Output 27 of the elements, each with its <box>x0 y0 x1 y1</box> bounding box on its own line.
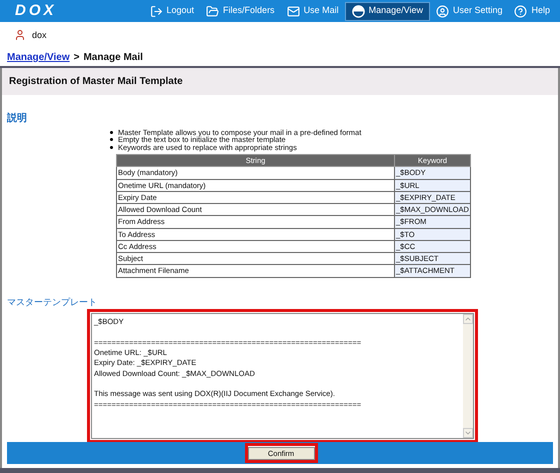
nav-tab[interactable]: Use Mail <box>280 2 345 20</box>
page-title: Registration of Master Mail Template <box>9 74 183 89</box>
user-icon <box>436 4 449 18</box>
scrollbar[interactable] <box>463 314 473 438</box>
nav-tab[interactable]: User Setting <box>430 2 508 20</box>
username: dox <box>32 28 47 42</box>
nav-tab[interactable]: Help <box>508 2 556 20</box>
bullet-icon <box>110 130 113 134</box>
scroll-down-icon[interactable] <box>463 428 473 438</box>
logout-icon <box>150 4 163 18</box>
help-icon <box>514 4 528 18</box>
section-heading: 説明 <box>7 112 27 126</box>
mail-icon <box>286 4 300 18</box>
bullet-icon <box>110 146 113 149</box>
nav-tab[interactable]: Files/Folders <box>200 2 281 20</box>
section-heading: マスターテンプレート <box>7 296 97 309</box>
template-text-area[interactable] <box>91 313 474 440</box>
breadcrumb-separator: > <box>74 50 80 65</box>
half-circle-icon <box>352 4 365 18</box>
bullet-icon <box>110 138 113 142</box>
logo: DOX <box>15 0 58 21</box>
breadcrumb-current: Manage Mail <box>83 50 143 65</box>
folder-icon <box>206 4 220 18</box>
nav-tab[interactable]: Manage/View <box>344 2 430 20</box>
breadcrumb-link[interactable]: Manage/View <box>7 50 70 65</box>
nav-tab[interactable]: Logout <box>144 2 200 20</box>
user-icon <box>14 29 26 42</box>
